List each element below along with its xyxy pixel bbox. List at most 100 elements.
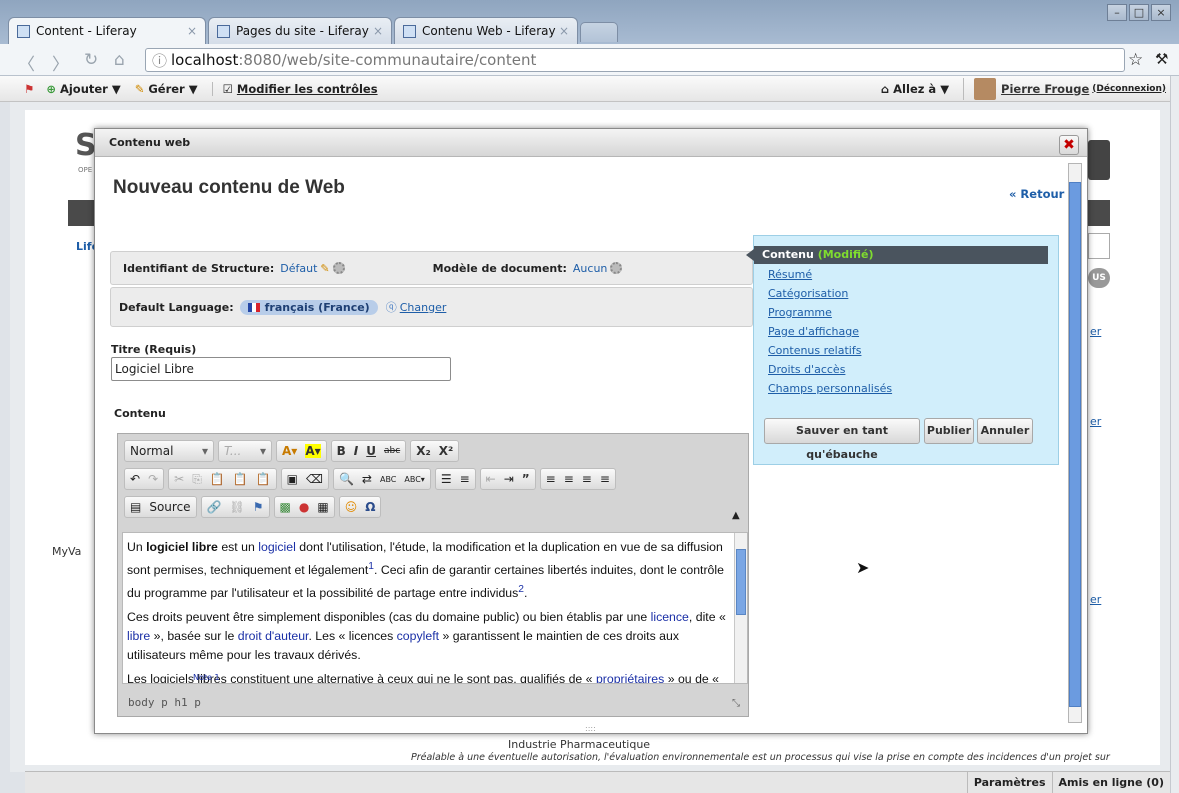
gear-icon[interactable]	[332, 262, 345, 274]
format-select[interactable]: Normal ▾	[124, 440, 214, 462]
paste-text-icon[interactable]: 📋	[233, 472, 248, 486]
spellcheck-icon[interactable]: ABC	[380, 475, 396, 484]
add-menu[interactable]: ⊕ Ajouter ▼	[46, 82, 120, 96]
user-menu[interactable]: Pierre Frouge (Déconnexion)	[963, 77, 1166, 100]
numbered-list-icon[interactable]: ☰	[441, 472, 452, 486]
wrench-icon[interactable]: ⚒	[1155, 50, 1168, 68]
minimize-button[interactable]: –	[1107, 4, 1127, 21]
special-char-icon[interactable]: Ω	[365, 500, 375, 514]
collapse-toolbar-icon[interactable]: ▲	[732, 510, 740, 521]
font-select[interactable]: T... ▾	[218, 440, 272, 462]
gear-icon[interactable]	[610, 262, 623, 274]
editor-scrollbar[interactable]	[734, 533, 747, 683]
indent-icon[interactable]: ⇥	[504, 472, 514, 486]
forward-icon[interactable]: 〉	[52, 50, 69, 75]
publish-button[interactable]: Publier	[924, 418, 974, 444]
strike-button[interactable]: abc	[384, 446, 400, 456]
copy-icon[interactable]: ⎘	[192, 472, 202, 487]
save-draft-button[interactable]: Sauver en tant qu'ébauche	[764, 418, 920, 461]
content-link[interactable]: propriétaires	[596, 672, 664, 683]
tab-close-icon[interactable]: ×	[373, 24, 383, 38]
edit-structure-icon[interactable]: ✎	[320, 262, 329, 275]
content-link[interactable]: copyleft	[397, 629, 439, 643]
home-icon[interactable]: ⌂	[114, 50, 125, 70]
content-link[interactable]: droit d'auteur	[238, 629, 309, 643]
nav-item-content[interactable]: Contenu (Modifié)	[754, 246, 1048, 264]
redo-icon[interactable]: ↷	[148, 472, 158, 486]
back-icon[interactable]: 〈	[18, 50, 35, 75]
editor-content-area[interactable]: Un logiciel libre est un logiciel dont l…	[122, 532, 748, 684]
bg-color-icon[interactable]: A▾	[305, 444, 321, 458]
dialog-scroll-thumb[interactable]	[1069, 182, 1081, 707]
table-icon[interactable]: ▦	[317, 500, 328, 514]
change-language-link[interactable]: Changer	[400, 301, 447, 314]
justify-icon[interactable]: ≡	[600, 472, 610, 486]
resize-handle[interactable]: ::::	[585, 724, 596, 733]
select-all-icon[interactable]: ▣	[287, 472, 298, 486]
bookmark-star-icon[interactable]: ☆	[1128, 50, 1143, 70]
tab-close-icon[interactable]: ×	[559, 24, 569, 38]
new-tab-button[interactable]	[580, 22, 618, 42]
unlink-icon[interactable]: ⛓	[230, 500, 245, 514]
structure-value-link[interactable]: Défaut	[280, 262, 317, 275]
superscript-button[interactable]: X²	[439, 444, 454, 458]
nav-link-custom-fields[interactable]: Champs personnalisés	[768, 382, 892, 395]
dialog-scrollbar[interactable]	[1068, 163, 1082, 723]
tab-pages-du-site[interactable]: Pages du site - Liferay ×	[208, 17, 392, 44]
nav-link-schedule[interactable]: Programme	[768, 306, 832, 319]
paste-word-icon[interactable]: 📋	[256, 472, 271, 486]
smiley-icon[interactable]: ☺	[345, 500, 358, 514]
back-link[interactable]: « Retour	[1009, 187, 1064, 201]
settings-button[interactable]: Paramètres	[966, 771, 1052, 793]
tab-close-icon[interactable]: ×	[187, 24, 197, 38]
nav-link-related-assets[interactable]: Contenus relatifs	[768, 344, 861, 357]
close-window-button[interactable]: ×	[1151, 4, 1171, 21]
nav-link-display-page[interactable]: Page d'affichage	[768, 325, 859, 338]
maximize-button[interactable]: □	[1129, 4, 1149, 21]
undo-icon[interactable]: ↶	[130, 472, 140, 486]
go-to-menu[interactable]: ⌂ Allez à ▼	[881, 82, 949, 96]
template-value-link[interactable]: Aucun	[573, 262, 608, 275]
eraser-icon[interactable]: ⌫	[306, 472, 323, 486]
underline-button[interactable]: U	[366, 444, 376, 458]
tab-contenu-web[interactable]: Contenu Web - Liferay ×	[394, 17, 578, 44]
italic-button[interactable]: I	[354, 444, 358, 458]
anchor-flag-icon[interactable]: ⚑	[253, 500, 264, 514]
nav-link-permissions[interactable]: Droits d'accès	[768, 363, 845, 376]
user-name-link[interactable]: Pierre Frouge	[1001, 82, 1089, 96]
align-center-icon[interactable]: ≡	[564, 472, 574, 486]
subscript-button[interactable]: X₂	[416, 444, 431, 458]
cancel-button[interactable]: Annuler	[977, 418, 1033, 444]
tab-content-liferay[interactable]: Content - Liferay ×	[8, 17, 206, 44]
pin-icon[interactable]: ⚑	[24, 82, 34, 96]
image-icon[interactable]: ▩	[280, 500, 291, 514]
align-left-icon[interactable]: ≡	[546, 472, 556, 486]
content-link[interactable]: libre	[127, 629, 150, 643]
cut-icon[interactable]: ✂	[174, 472, 184, 486]
online-friends-button[interactable]: Amis en ligne (0)	[1051, 771, 1171, 793]
link-icon[interactable]: 🔗	[207, 500, 222, 514]
resize-grip-icon[interactable]: ⤡	[732, 698, 740, 709]
logout-link[interactable]: (Déconnexion)	[1092, 84, 1166, 94]
dialog-close-button[interactable]: ✖	[1059, 135, 1079, 155]
flash-icon[interactable]: ●	[299, 500, 309, 514]
align-right-icon[interactable]: ≡	[582, 472, 592, 486]
reload-icon[interactable]: ↻	[84, 50, 98, 70]
outdent-icon[interactable]: ⇤	[486, 472, 496, 486]
manage-menu[interactable]: ✎ Gérer ▼	[135, 82, 198, 96]
bullet-list-icon[interactable]: ≡	[460, 472, 470, 486]
source-button[interactable]: ▤ Source	[124, 496, 197, 518]
title-input[interactable]: Logiciel Libre	[111, 357, 451, 381]
editor-scroll-thumb[interactable]	[736, 549, 746, 615]
text-color-icon[interactable]: A▾	[282, 444, 297, 458]
blockquote-icon[interactable]: ”	[522, 472, 530, 486]
nav-link-categorization[interactable]: Catégorisation	[768, 287, 848, 300]
bold-button[interactable]: B	[337, 444, 346, 458]
address-bar[interactable]: ⓘ localhost:8080/web/site-communautaire/…	[145, 48, 1125, 72]
nav-link-summary[interactable]: Résumé	[768, 268, 812, 281]
page-scrollbar[interactable]	[1170, 76, 1179, 793]
spellcheck-menu-icon[interactable]: ABC▾	[404, 475, 424, 484]
edit-controls-toggle[interactable]: ☑ Modifier les contrôles	[211, 81, 378, 96]
paste-icon[interactable]: 📋	[210, 472, 225, 486]
replace-icon[interactable]: ⇄	[362, 472, 372, 486]
